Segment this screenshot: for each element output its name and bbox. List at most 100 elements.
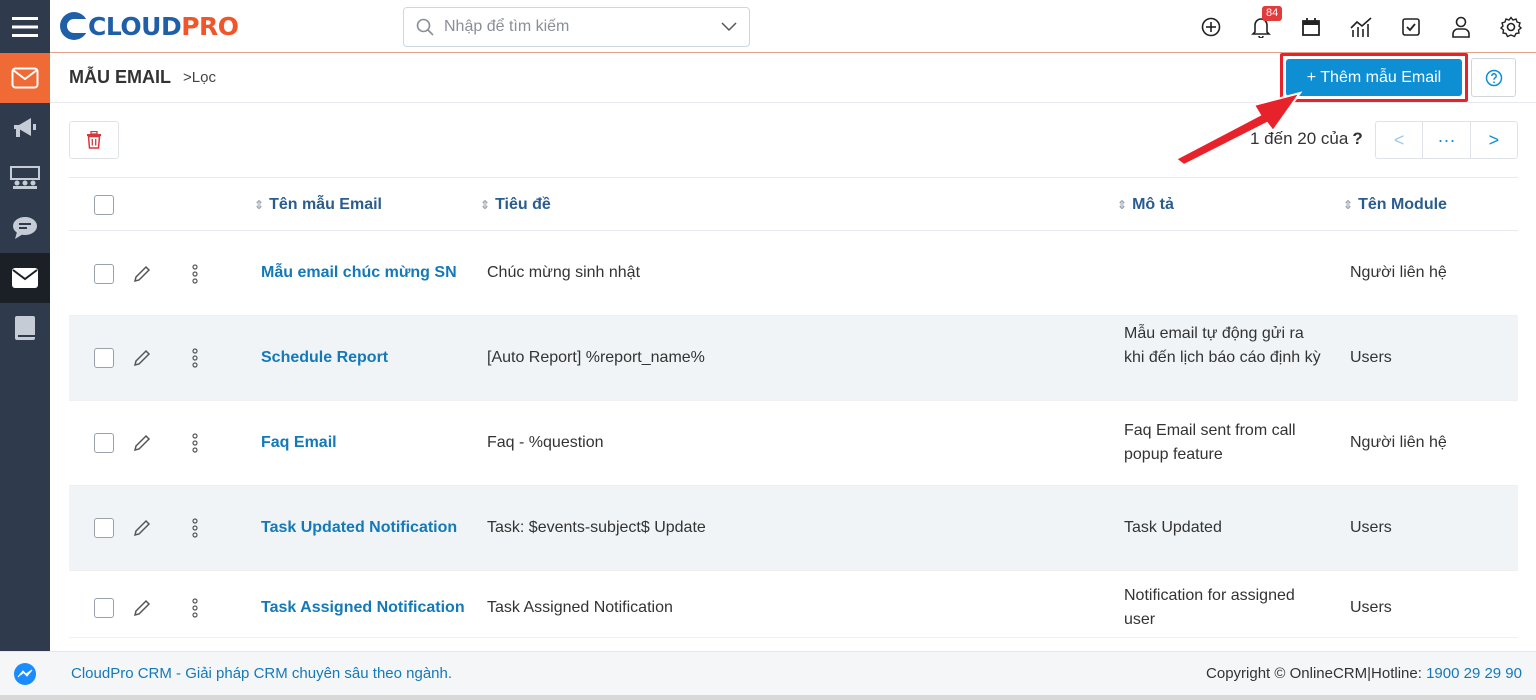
pencil-icon[interactable]: [132, 518, 152, 538]
template-description: Task Updated: [1124, 519, 1222, 536]
bottom-strip: [0, 695, 1536, 700]
logo-text-pro: PRO: [181, 11, 239, 41]
template-description: Faq Email sent from call popup feature: [1124, 422, 1296, 463]
mail-filled-icon: [12, 268, 38, 288]
template-title: Task: $events-subject$ Update: [487, 519, 706, 536]
envelope-icon: [11, 67, 39, 89]
logo-cloud-icon: [60, 12, 88, 40]
chevron-down-icon[interactable]: [721, 22, 737, 32]
hotline-link[interactable]: 1900 29 29 90: [1426, 665, 1522, 682]
template-title: Faq - %question: [487, 434, 604, 451]
search-icon: [416, 18, 434, 36]
user-icon[interactable]: [1436, 0, 1486, 53]
row-checkbox[interactable]: [94, 518, 114, 538]
book-icon: [15, 316, 35, 340]
top-icon-group: 84: [1186, 0, 1536, 53]
page-more-button[interactable]: ···: [1423, 122, 1471, 158]
template-description: Notification for assigned user: [1124, 587, 1295, 628]
sidebar-item-email-template[interactable]: [0, 253, 50, 303]
task-check-icon[interactable]: [1386, 0, 1436, 53]
add-email-template-button[interactable]: + Thêm mẫu Email: [1286, 59, 1462, 96]
sidebar-item-knowledge[interactable]: [0, 303, 50, 353]
logo[interactable]: CLOUDPRO: [58, 6, 239, 46]
calendar-icon[interactable]: [1286, 0, 1336, 53]
prev-page-button[interactable]: <: [1376, 122, 1424, 158]
sort-icon: ⇕: [254, 198, 265, 212]
messenger-icon[interactable]: [0, 652, 50, 696]
email-template-table: ⇕ Tên mẫu Email ⇕ Tiêu đề ⇕ Mô tả ⇕ Tên Modu…: [69, 177, 1518, 638]
template-description: Mẫu email tự động gửi ra khi đến lịch bá…: [1124, 325, 1321, 366]
row-checkbox[interactable]: [94, 348, 114, 368]
pencil-icon[interactable]: [132, 264, 152, 284]
pencil-icon[interactable]: [132, 433, 152, 453]
top-bar: CLOUDPRO Nhập để tìm kiếm 84: [0, 0, 1536, 53]
sidebar-item-campaign[interactable]: [0, 103, 50, 153]
next-page-button[interactable]: >: [1471, 122, 1517, 158]
presentation-icon: [10, 166, 40, 189]
more-vertical-icon[interactable]: [190, 264, 200, 284]
trash-icon: [87, 131, 101, 149]
template-name-link[interactable]: Schedule Report: [261, 346, 388, 370]
column-header-description[interactable]: ⇕ Mô tả: [1117, 196, 1174, 214]
sort-icon: ⇕: [1117, 198, 1128, 212]
delete-button[interactable]: [69, 121, 119, 159]
select-all-checkbox[interactable]: [94, 195, 114, 215]
table-row[interactable]: Mẫu email chúc mừng SN Chúc mừng sinh nh…: [69, 231, 1518, 316]
sidebar-item-chat[interactable]: [0, 203, 50, 253]
sort-icon: ⇕: [1343, 198, 1354, 212]
footer-tagline[interactable]: CloudPro CRM - Giải pháp CRM chuyên sâu …: [71, 665, 452, 682]
notification-badge: 84: [1262, 6, 1283, 21]
pagination-total[interactable]: ?: [1352, 129, 1362, 148]
template-name-link[interactable]: Task Assigned Notification: [261, 596, 465, 620]
template-name-link[interactable]: Task Updated Notification: [261, 516, 457, 540]
pagination-controls: < ··· >: [1375, 121, 1518, 159]
help-button[interactable]: [1471, 58, 1516, 97]
row-checkbox[interactable]: [94, 433, 114, 453]
megaphone-icon: [14, 118, 36, 137]
template-module: Người liên hệ: [1350, 434, 1447, 451]
search-box[interactable]: Nhập để tìm kiếm: [403, 7, 750, 47]
table-row[interactable]: Faq Email Faq - %question Faq Email sent…: [69, 401, 1518, 486]
help-icon: [1485, 69, 1502, 86]
template-module: Người liên hệ: [1350, 264, 1447, 281]
bell-icon[interactable]: 84: [1236, 0, 1286, 53]
column-header-title[interactable]: ⇕ Tiêu đề: [480, 196, 551, 214]
template-name-link[interactable]: Faq Email: [261, 431, 337, 455]
add-circle-icon[interactable]: [1186, 0, 1236, 53]
row-checkbox[interactable]: [94, 264, 114, 284]
column-header-module[interactable]: ⇕ Tên Module: [1343, 196, 1447, 214]
more-vertical-icon[interactable]: [190, 518, 200, 538]
template-title: Chúc mừng sinh nhật: [487, 264, 641, 281]
template-module: Users: [1350, 349, 1392, 366]
template-module: Users: [1350, 599, 1392, 616]
more-vertical-icon[interactable]: [190, 348, 200, 368]
chat-icon: [13, 217, 37, 239]
report-chart-icon[interactable]: [1336, 0, 1386, 53]
sidebar-item-meeting[interactable]: [0, 153, 50, 203]
table-row[interactable]: Schedule Report [Auto Report] %report_na…: [69, 316, 1518, 401]
sidebar-item-email[interactable]: [0, 53, 50, 103]
gear-icon[interactable]: [1486, 0, 1536, 53]
pencil-icon[interactable]: [132, 348, 152, 368]
table-header: ⇕ Tên mẫu Email ⇕ Tiêu đề ⇕ Mô tả ⇕ Tên Modu…: [69, 177, 1518, 231]
more-vertical-icon[interactable]: [190, 598, 200, 618]
more-vertical-icon[interactable]: [190, 433, 200, 453]
table-row[interactable]: Task Updated Notification Task: $events-…: [69, 486, 1518, 571]
row-checkbox[interactable]: [94, 598, 114, 618]
sort-icon: ⇕: [480, 198, 491, 212]
pencil-icon[interactable]: [132, 598, 152, 618]
footer: CloudPro CRM - Giải pháp CRM chuyên sâu …: [0, 651, 1536, 695]
logo-text-cloud: CLOUD: [88, 11, 182, 41]
add-button-highlight: + Thêm mẫu Email: [1280, 53, 1468, 102]
menu-icon[interactable]: [0, 0, 50, 53]
breadcrumb-filter[interactable]: >Lọc: [183, 69, 216, 86]
footer-copyright: Copyright © OnlineCRM|Hotline: 1900 29 2…: [1206, 665, 1522, 682]
sidebar: [0, 53, 50, 651]
template-name-link[interactable]: Mẫu email chúc mừng SN: [261, 261, 457, 285]
search-input[interactable]: Nhập để tìm kiếm: [444, 18, 721, 36]
page-title: MẪU EMAIL: [69, 67, 171, 87]
template-title: [Auto Report] %report_name%: [487, 349, 705, 366]
template-title: Task Assigned Notification: [487, 599, 673, 616]
column-header-name[interactable]: ⇕ Tên mẫu Email: [254, 196, 382, 214]
table-row[interactable]: Task Assigned Notification Task Assigned…: [69, 571, 1518, 638]
